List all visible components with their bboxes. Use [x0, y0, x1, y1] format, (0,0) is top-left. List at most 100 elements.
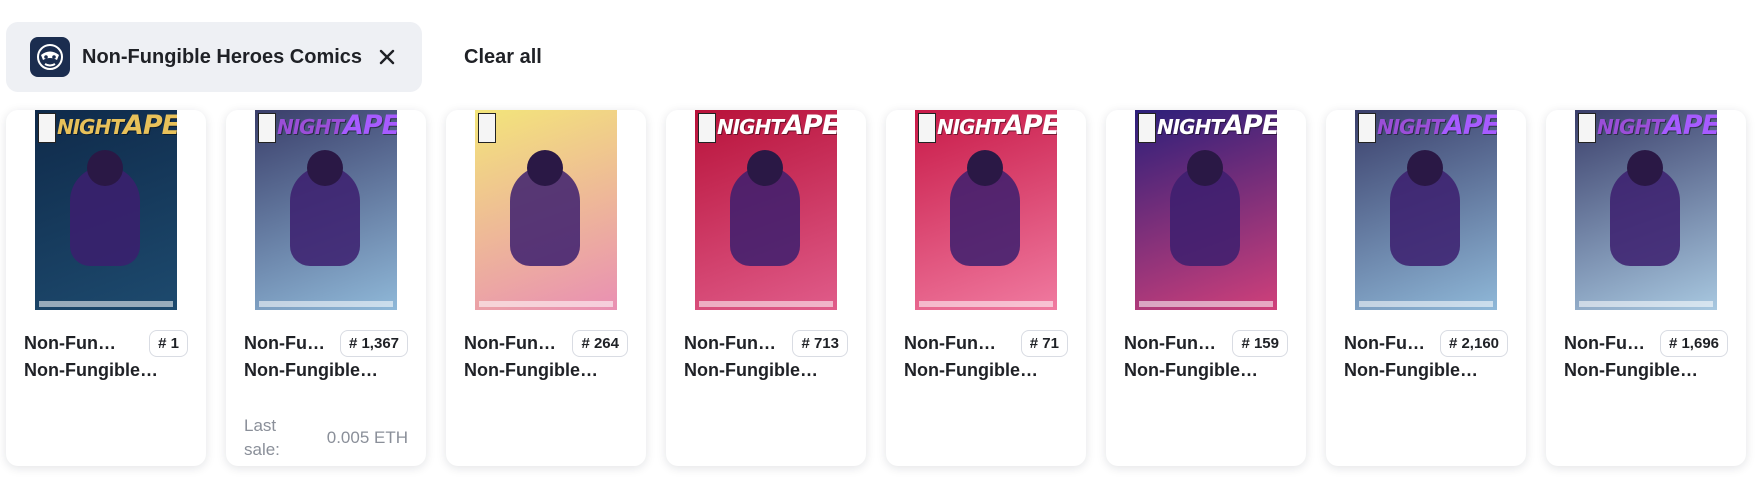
cover-character-head — [1187, 150, 1223, 186]
card-title-row: Non-Fun… # 713 — [684, 328, 848, 358]
nft-card[interactable]: NIGHTAPE Non-Fu… # 1,696 Non-Fungible… — [1546, 110, 1746, 466]
comic-cover-image[interactable]: NIGHTAPE — [1575, 110, 1717, 310]
card-collection-name: Non-Fungible… — [1564, 360, 1698, 380]
card-item-name: Non-Fungi… — [904, 332, 1004, 353]
cover-character-head — [1627, 150, 1663, 186]
card-title-row: Non-Fun… # 264 — [464, 328, 628, 358]
card-item-name: Non-Fu… — [1564, 332, 1645, 353]
cover-credits-strip — [1579, 301, 1713, 307]
comic-cover-image[interactable]: NIGHTAPE — [915, 110, 1057, 310]
cover-credits-strip — [1359, 301, 1493, 307]
cover-credits-strip — [39, 301, 173, 307]
nft-card[interactable]: NIGHTAPE Non-Fungi… # 1 Non-Fungible… — [6, 110, 206, 466]
comic-cover-image[interactable]: NIGHTAPE — [695, 110, 837, 310]
nft-card-grid: NIGHTAPE Non-Fungi… # 1 Non-Fungible… NIGHTA… — [6, 110, 1746, 466]
active-filters-bar: Non-Fungible Heroes Comics Clear all — [6, 22, 542, 92]
nft-card[interactable]: NIGHTAPE Non-Fun… # 159 Non-Fungible… — [1106, 110, 1306, 466]
cover-publisher-logo — [1578, 113, 1596, 143]
cover-logo-right: APE — [122, 110, 177, 141]
cover-character-head — [1407, 150, 1443, 186]
card-item-name: Non-Fun… — [684, 332, 776, 353]
card-collection-name: Non-Fungible… — [1124, 360, 1258, 380]
card-title-row: Non-Fungi… # 1 — [24, 328, 188, 358]
card-collection-name: Non-Fungible… — [1344, 360, 1478, 380]
collection-filter-chip[interactable]: Non-Fungible Heroes Comics — [6, 22, 422, 92]
cover-logo: NIGHTAPE — [277, 112, 397, 139]
clear-all-button[interactable]: Clear all — [464, 46, 542, 69]
cover-publisher-logo — [1358, 113, 1376, 143]
cover-logo: NIGHTAPE — [1377, 112, 1497, 139]
cover-logo-right: APE — [782, 110, 837, 141]
cover-character-head — [307, 150, 343, 186]
comic-cover-image[interactable]: NIGHTAPE — [1135, 110, 1277, 310]
cover-logo: NIGHTAPE — [717, 112, 837, 139]
cover-logo-right: APE — [1662, 110, 1717, 141]
nft-card[interactable]: Non-Fun… # 264 Non-Fungible… — [446, 110, 646, 466]
token-id-badge: # 1 — [149, 329, 188, 357]
cover-publisher-logo — [918, 113, 936, 143]
cover-logo-left: NIGHT — [1377, 115, 1444, 139]
card-item-name: Non-Fun… — [464, 332, 556, 353]
last-sale-price: 0.005 ETH — [326, 428, 408, 447]
cover-logo-left: NIGHT — [57, 115, 124, 139]
nft-card[interactable]: NIGHTAPE Non-Fu… # 1,367 Non-Fungible… Last … — [226, 110, 426, 466]
cover-publisher-logo — [698, 113, 716, 143]
last-sale-row: Last sale: 0.005 ETH — [244, 414, 408, 462]
cover-logo-left: NIGHT — [717, 115, 784, 139]
cover-credits-strip — [699, 301, 833, 307]
cover-credits-strip — [259, 301, 393, 307]
collection-filter-label: Non-Fungible Heroes Comics — [82, 45, 363, 68]
cover-credits-strip — [919, 301, 1053, 307]
cover-logo-right: APE — [1222, 110, 1277, 141]
token-id-badge: # 1,367 — [339, 329, 408, 357]
token-id-badge: # 264 — [572, 329, 628, 357]
card-collection-name: Non-Fungible… — [24, 360, 158, 380]
cover-logo-left: NIGHT — [1597, 115, 1664, 139]
cover-logo: NIGHTAPE — [57, 112, 177, 139]
cover-character-head — [967, 150, 1003, 186]
token-id-badge: # 1,696 — [1659, 329, 1728, 357]
cover-logo-left: NIGHT — [1157, 115, 1224, 139]
comic-cover-image[interactable]: NIGHTAPE — [35, 110, 177, 310]
card-collection-name: Non-Fungible… — [244, 360, 378, 380]
card-title-row: Non-Fu… # 1,696 — [1564, 328, 1728, 358]
hero-mask-icon — [37, 44, 63, 70]
cover-logo-right: APE — [1442, 110, 1497, 141]
comic-cover-image[interactable]: NIGHTAPE — [255, 110, 397, 310]
comic-cover-image[interactable] — [475, 110, 617, 310]
cover-logo-left: NIGHT — [277, 115, 344, 139]
cover-character-head — [87, 150, 123, 186]
cover-logo: NIGHTAPE — [1597, 112, 1717, 139]
card-item-name: Non-Fu… — [244, 332, 325, 353]
token-id-badge: # 713 — [792, 329, 848, 357]
token-id-badge: # 159 — [1232, 329, 1288, 357]
cover-publisher-logo — [1138, 113, 1156, 143]
cover-logo-right: APE — [342, 110, 397, 141]
collection-avatar — [30, 37, 70, 77]
card-collection-name: Non-Fungible… — [464, 360, 598, 380]
close-icon[interactable] — [376, 46, 398, 68]
cover-publisher-logo — [478, 113, 496, 143]
last-sale-label: Last sale: — [244, 416, 280, 459]
cover-credits-strip — [479, 301, 613, 307]
card-item-name: Non-Fun… — [1124, 332, 1216, 353]
card-title-row: Non-Fu… # 1,367 — [244, 328, 408, 358]
cover-publisher-logo — [38, 113, 56, 143]
card-collection-name: Non-Fungible… — [684, 360, 818, 380]
nft-card[interactable]: NIGHTAPE Non-Fu… # 2,160 Non-Fungible… — [1326, 110, 1526, 466]
cover-logo-right: APE — [1002, 110, 1057, 141]
card-item-name: Non-Fu… — [1344, 332, 1425, 353]
cover-publisher-logo — [258, 113, 276, 143]
nft-card[interactable]: NIGHTAPE Non-Fun… # 713 Non-Fungible… — [666, 110, 866, 466]
cover-logo: NIGHTAPE — [937, 112, 1057, 139]
token-id-badge: # 71 — [1020, 329, 1068, 357]
card-collection-name: Non-Fungible… — [904, 360, 1038, 380]
cover-logo: NIGHTAPE — [1157, 112, 1277, 139]
cover-character-head — [527, 150, 563, 186]
card-title-row: Non-Fungi… # 71 — [904, 328, 1068, 358]
comic-cover-image[interactable]: NIGHTAPE — [1355, 110, 1497, 310]
cover-logo-left: NIGHT — [937, 115, 1004, 139]
card-title-row: Non-Fu… # 2,160 — [1344, 328, 1508, 358]
card-item-name: Non-Fungi… — [24, 332, 124, 353]
nft-card[interactable]: NIGHTAPE Non-Fungi… # 71 Non-Fungible… — [886, 110, 1086, 466]
